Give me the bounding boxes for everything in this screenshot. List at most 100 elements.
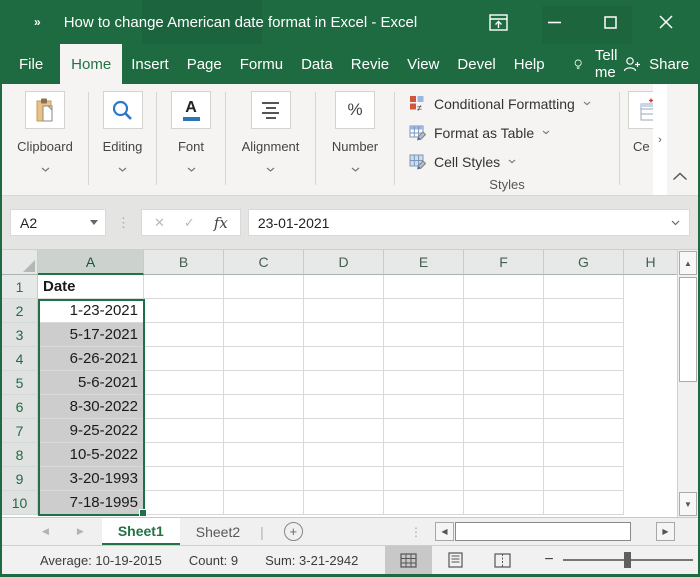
collapse-ribbon-icon[interactable]: [672, 168, 688, 186]
cell-B1[interactable]: [144, 275, 224, 299]
sheet-prev-icon[interactable]: ◀: [42, 526, 49, 537]
cell-G2[interactable]: [544, 299, 624, 323]
cell-A1[interactable]: Date: [38, 275, 144, 299]
cell-A3[interactable]: 5-17-2021: [38, 323, 144, 347]
cell-F3[interactable]: [464, 323, 544, 347]
cell-E1[interactable]: [384, 275, 464, 299]
tab-insert[interactable]: Insert: [122, 44, 178, 84]
cell-C2[interactable]: [224, 299, 304, 323]
cancel-icon[interactable]: ✕: [154, 215, 165, 231]
conditional-formatting-button[interactable]: ≠ Conditional Formatting: [409, 89, 619, 118]
cell-G7[interactable]: [544, 419, 624, 443]
tab-home[interactable]: Home: [60, 44, 123, 84]
cell-A8[interactable]: 10-5-2022: [38, 443, 144, 467]
insert-cells-icon[interactable]: [628, 91, 653, 129]
cell-B3[interactable]: [144, 323, 224, 347]
cell-B7[interactable]: [144, 419, 224, 443]
row-header-5[interactable]: 5: [2, 371, 38, 395]
cell-E4[interactable]: [384, 347, 464, 371]
horizontal-scrollbar-track[interactable]: [631, 522, 656, 541]
cell-A2[interactable]: 1-23-2021: [38, 299, 144, 323]
cell-D2[interactable]: [304, 299, 384, 323]
cell-B6[interactable]: [144, 395, 224, 419]
sheet-tab-sheet1[interactable]: Sheet1: [101, 518, 180, 545]
ribbon-group-font[interactable]: A Font: [157, 84, 225, 195]
align-center-icon[interactable]: [250, 91, 291, 129]
cell-B8[interactable]: [144, 443, 224, 467]
scroll-down-icon[interactable]: ▼: [679, 492, 697, 516]
zoom-out-icon[interactable]: −: [544, 551, 553, 569]
cell-C4[interactable]: [224, 347, 304, 371]
zoom-slider-thumb[interactable]: [623, 552, 631, 568]
ribbon-group-alignment[interactable]: Alignment: [226, 84, 315, 195]
font-icon[interactable]: A: [171, 91, 211, 129]
enter-icon[interactable]: ✓: [184, 215, 195, 231]
scroll-right-icon[interactable]: ▶: [656, 522, 675, 541]
select-all-button[interactable]: [2, 250, 38, 275]
row-header-4[interactable]: 4: [2, 347, 38, 371]
cell-F5[interactable]: [464, 371, 544, 395]
column-header-C[interactable]: C: [224, 250, 304, 275]
search-icon[interactable]: [102, 91, 143, 129]
cell-E7[interactable]: [384, 419, 464, 443]
ribbon-group-cells[interactable]: Ce: [620, 84, 653, 195]
cell-A10[interactable]: 7-18-1995: [38, 491, 144, 515]
ribbon-group-clipboard[interactable]: Clipboard: [2, 84, 88, 195]
cell-E10[interactable]: [384, 491, 464, 515]
row-header-2[interactable]: 2: [2, 299, 38, 323]
cell-E2[interactable]: [384, 299, 464, 323]
normal-view-button[interactable]: [385, 546, 433, 574]
column-header-G[interactable]: G: [544, 250, 624, 275]
cell-E8[interactable]: [384, 443, 464, 467]
zoom-slider[interactable]: [562, 552, 693, 568]
tell-me-box[interactable]: Tell me: [574, 44, 624, 84]
tab-page-layout[interactable]: Page: [178, 44, 231, 84]
ribbon-scroll-right[interactable]: ›: [653, 84, 667, 195]
horizontal-scrollbar[interactable]: ◀ ▶: [435, 522, 675, 541]
cell-B2[interactable]: [144, 299, 224, 323]
cell-F1[interactable]: [464, 275, 544, 299]
share-button[interactable]: Share: [623, 44, 689, 84]
tab-file[interactable]: File: [2, 44, 60, 84]
cell-B4[interactable]: [144, 347, 224, 371]
clipboard-icon[interactable]: [25, 91, 65, 129]
page-layout-view-button[interactable]: [432, 546, 479, 574]
name-box[interactable]: A2: [10, 209, 106, 236]
cell-F2[interactable]: [464, 299, 544, 323]
tab-view[interactable]: View: [398, 44, 448, 84]
column-header-E[interactable]: E: [384, 250, 464, 275]
cell-G5[interactable]: [544, 371, 624, 395]
cell-C1[interactable]: [224, 275, 304, 299]
cell-D8[interactable]: [304, 443, 384, 467]
cell-G8[interactable]: [544, 443, 624, 467]
row-header-8[interactable]: 8: [2, 443, 38, 467]
percent-icon[interactable]: %: [335, 91, 375, 129]
drag-handle-icon[interactable]: ⋮: [410, 525, 422, 539]
cell-D7[interactable]: [304, 419, 384, 443]
quick-access-toolbar-icon[interactable]: »: [34, 15, 41, 29]
cell-C6[interactable]: [224, 395, 304, 419]
column-header-A[interactable]: A: [38, 250, 144, 275]
tab-developer[interactable]: Devel: [448, 44, 504, 84]
cell-F7[interactable]: [464, 419, 544, 443]
cell-D6[interactable]: [304, 395, 384, 419]
close-icon[interactable]: [656, 12, 676, 32]
cell-G9[interactable]: [544, 467, 624, 491]
cell-G1[interactable]: [544, 275, 624, 299]
row-header-1[interactable]: 1: [2, 275, 38, 299]
scroll-left-icon[interactable]: ◀: [435, 522, 454, 541]
sheet-tab-sheet2[interactable]: Sheet2: [180, 518, 256, 545]
row-header-7[interactable]: 7: [2, 419, 38, 443]
cell-A7[interactable]: 9-25-2022: [38, 419, 144, 443]
cell-styles-button[interactable]: Cell Styles: [409, 147, 619, 176]
cell-F6[interactable]: [464, 395, 544, 419]
vertical-scrollbar[interactable]: ▲ ▼: [677, 250, 698, 517]
cell-B9[interactable]: [144, 467, 224, 491]
format-as-table-button[interactable]: Format as Table: [409, 118, 619, 147]
cell-D3[interactable]: [304, 323, 384, 347]
minimize-icon[interactable]: [544, 12, 564, 32]
cell-A9[interactable]: 3-20-1993: [38, 467, 144, 491]
ribbon-display-options-icon[interactable]: [488, 12, 508, 32]
sheet-next-icon[interactable]: ▶: [77, 526, 84, 537]
cell-F10[interactable]: [464, 491, 544, 515]
